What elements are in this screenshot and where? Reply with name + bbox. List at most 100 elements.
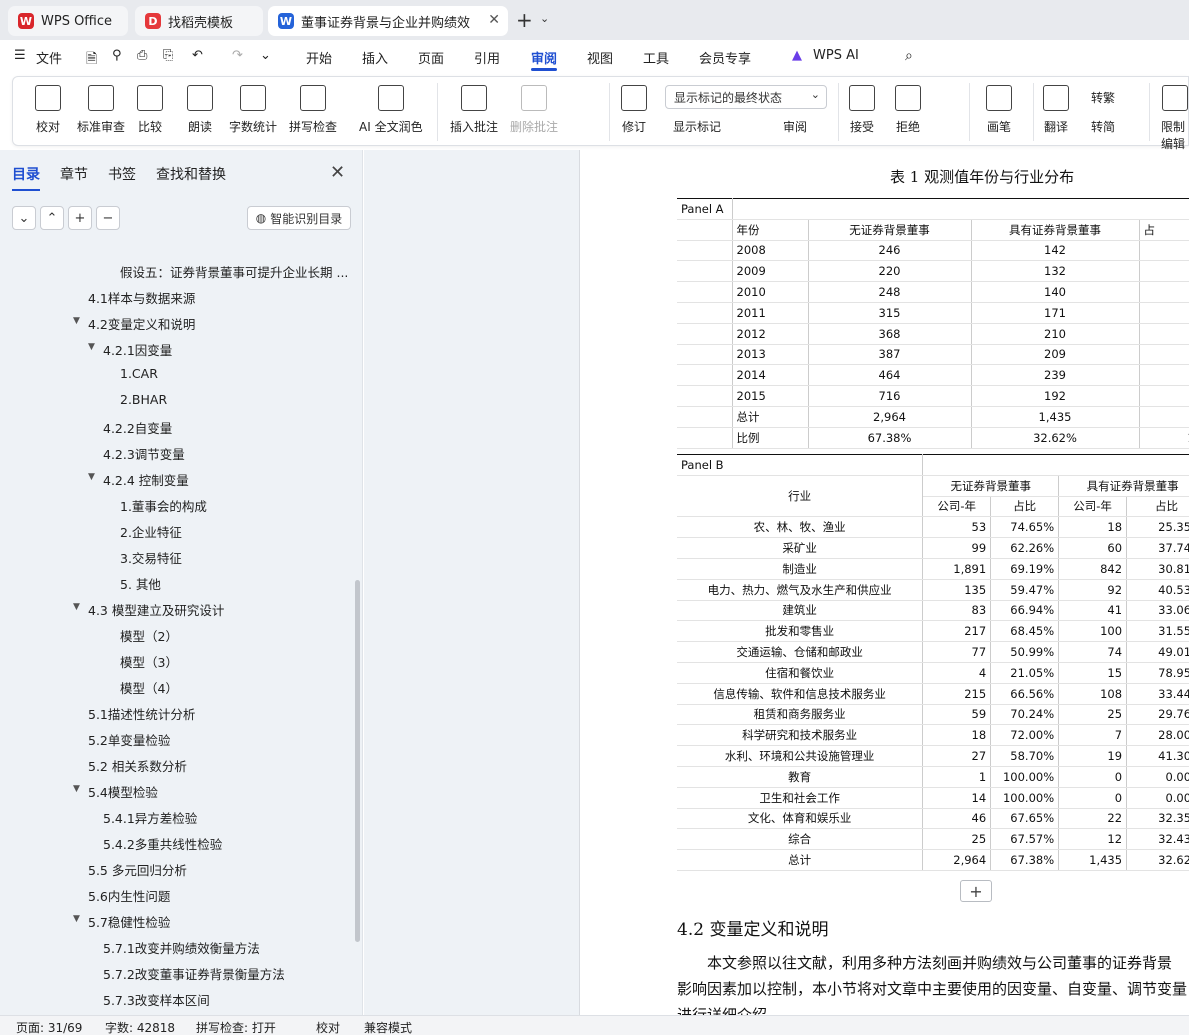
toc-item[interactable]: 5.2 相关系数分析 (88, 756, 187, 775)
toc-item[interactable]: 5.7.3改变样本区间 (103, 990, 210, 1009)
new-tab-icon[interactable]: + (516, 8, 533, 32)
redo-icon[interactable]: ↷ (232, 48, 243, 63)
add-row-button[interactable]: + (960, 880, 992, 902)
toc-item[interactable]: ▼ 4.2变量定义和说明 (73, 314, 195, 333)
review-pane-button[interactable]: 审阅 (783, 118, 807, 135)
toc-item[interactable]: 4.1样本与数据来源 (88, 288, 195, 307)
expand-triangle-icon[interactable]: ▼ (73, 914, 80, 924)
pen-button[interactable]: 画笔 (986, 85, 1012, 135)
tab-document[interactable]: W 董事证券背景与企业并购绩效 ✕ (268, 6, 508, 36)
expand-triangle-icon[interactable]: ▼ (73, 784, 80, 794)
tab-toc[interactable]: 目录 (12, 164, 40, 191)
standard-review-button[interactable]: 标准审查 (77, 85, 125, 135)
menu-home[interactable]: 开始 (306, 48, 332, 67)
toc-item[interactable]: 1.董事会的构成 (120, 496, 207, 515)
to-simplified-button[interactable]: 转简 (1091, 118, 1115, 135)
spell-check-button[interactable]: 拼写检查 (289, 85, 337, 135)
menu-page[interactable]: 页面 (418, 48, 444, 67)
search-icon[interactable]: ⌕ (905, 48, 913, 64)
tab-find-replace[interactable]: 查找和替换 (156, 164, 226, 191)
toc-item[interactable]: ▼ 4.2.1因变量 (88, 340, 172, 359)
close-icon[interactable]: ✕ (330, 162, 345, 183)
word-count-indicator[interactable]: 字数: 42818 (105, 1019, 175, 1036)
proofread-button[interactable]: 校对 (35, 85, 61, 135)
menu-wps-ai[interactable]: WPS AI (813, 48, 859, 63)
toc-item[interactable]: ▼ 4.2.4 控制变量 (88, 470, 189, 489)
separator (1149, 83, 1150, 141)
tab-bookmarks[interactable]: 书签 (108, 164, 136, 191)
toc-item[interactable]: 5.5 多元回归分析 (88, 860, 187, 879)
expand-triangle-icon[interactable]: ▼ (73, 316, 80, 326)
spell-check-indicator[interactable]: 拼写检查: 打开 (196, 1019, 276, 1036)
show-markup-button[interactable]: 显示标记 (673, 118, 721, 135)
markup-mode-select[interactable]: 显示标记的最终状态 ⌄ (665, 85, 827, 109)
toc-item[interactable]: 5.7.2改变董事证券背景衡量方法 (103, 964, 285, 983)
toc-item[interactable]: 3.交易特征 (120, 548, 182, 567)
accept-button[interactable]: 接受 (849, 85, 875, 135)
toc-item[interactable]: 1.CAR (120, 366, 158, 381)
print-icon[interactable]: ⎙ (137, 48, 147, 63)
toc-item[interactable]: 5.4.2多重共线性检验 (103, 834, 222, 853)
word-count-button[interactable]: 字数统计 (229, 85, 277, 135)
delete-comment-button[interactable]: 删除批注 (510, 85, 558, 135)
reject-button[interactable]: 拒绝 (895, 85, 921, 135)
expand-triangle-icon[interactable]: ▼ (88, 342, 95, 352)
undo-icon[interactable]: ↶ (192, 48, 203, 63)
track-changes-button[interactable]: 修订 (621, 85, 647, 135)
menu-review[interactable]: 审阅 (531, 48, 557, 67)
share-icon[interactable]: ⚲ (112, 48, 122, 63)
restrict-edit-button[interactable]: 限制编辑 (1161, 85, 1188, 152)
compare-button[interactable]: 比较 (137, 85, 163, 135)
menu-insert[interactable]: 插入 (362, 48, 388, 67)
menu-member[interactable]: 会员专享 (699, 48, 751, 67)
toc-item[interactable]: 5.1描述性统计分析 (88, 704, 195, 723)
toc-item[interactable]: ▼ 5.7稳健性检验 (73, 912, 170, 931)
toc-item[interactable]: 2.BHAR (120, 392, 167, 407)
tab-chapters[interactable]: 章节 (60, 164, 88, 191)
remove-heading-button[interactable]: − (96, 206, 120, 230)
toc-item[interactable]: 模型（3） (120, 652, 178, 671)
ai-polish-button[interactable]: AI 全文润色 (359, 85, 423, 135)
toc-item[interactable]: 5.4.1异方差检验 (103, 808, 197, 827)
toc-item[interactable]: 5. 其他 (120, 574, 161, 593)
toc-item[interactable]: 4.2.2自变量 (103, 418, 172, 437)
expand-triangle-icon[interactable]: ▼ (88, 472, 95, 482)
smart-toc-button[interactable]: ◍ 智能识别目录 (247, 206, 351, 230)
menu-references[interactable]: 引用 (474, 48, 500, 67)
tab-template[interactable]: D 找稻壳模板 (135, 6, 263, 36)
toc-item[interactable]: ▼ 5.4模型检验 (73, 782, 158, 801)
add-heading-button[interactable]: + (68, 206, 92, 230)
toc-item[interactable]: 假设五：证券背景董事可提升企业长期 ... (120, 262, 348, 281)
close-tab-icon[interactable]: ✕ (488, 12, 500, 28)
expand-triangle-icon[interactable]: ▼ (73, 602, 80, 612)
hamburger-icon[interactable]: ☰ (14, 48, 26, 63)
toc-item[interactable]: 5.2单变量检验 (88, 730, 170, 749)
tab-wps-office[interactable]: W WPS Office (8, 6, 128, 36)
toc-item[interactable]: 5.7.1改变并购绩效衡量方法 (103, 938, 260, 957)
print-preview-icon[interactable]: ⎘ (163, 48, 173, 63)
toc-item[interactable]: 5.6内生性问题 (88, 886, 170, 905)
save-icon[interactable]: 🗎 (86, 48, 97, 72)
toc-item[interactable]: 2.企业特征 (120, 522, 182, 541)
toc-item[interactable]: 模型（2） (120, 626, 178, 645)
chevron-down-icon[interactable]: ⌄ (540, 12, 549, 25)
more-chevron-icon[interactable]: ⌄ (260, 48, 271, 63)
table-cell: 19 (1058, 745, 1128, 767)
menu-tools[interactable]: 工具 (643, 48, 669, 67)
scrollbar[interactable] (355, 580, 360, 942)
read-aloud-button[interactable]: 朗读 (187, 85, 213, 135)
table-cell: 215 (922, 683, 992, 705)
toc-item[interactable]: 4.2.3调节变量 (103, 444, 185, 463)
toc-item[interactable]: 模型（4） (120, 678, 178, 697)
expand-button[interactable]: ⌃ (40, 206, 64, 230)
page-indicator[interactable]: 页面: 31/69 (16, 1019, 82, 1036)
collapse-button[interactable]: ⌄ (12, 206, 36, 230)
wps-ai-icon[interactable]: ▲ (792, 48, 802, 63)
toc-item[interactable]: ▼ 4.3 模型建立及研究设计 (73, 600, 224, 619)
insert-comment-button[interactable]: 插入批注 (450, 85, 498, 135)
proofread-indicator[interactable]: 校对 (316, 1019, 340, 1036)
to-traditional-button[interactable]: 转繁 (1091, 89, 1115, 106)
translate-button[interactable]: 翻译 (1043, 85, 1069, 135)
menu-view[interactable]: 视图 (587, 48, 613, 67)
menu-file[interactable]: 文件 (36, 48, 62, 67)
